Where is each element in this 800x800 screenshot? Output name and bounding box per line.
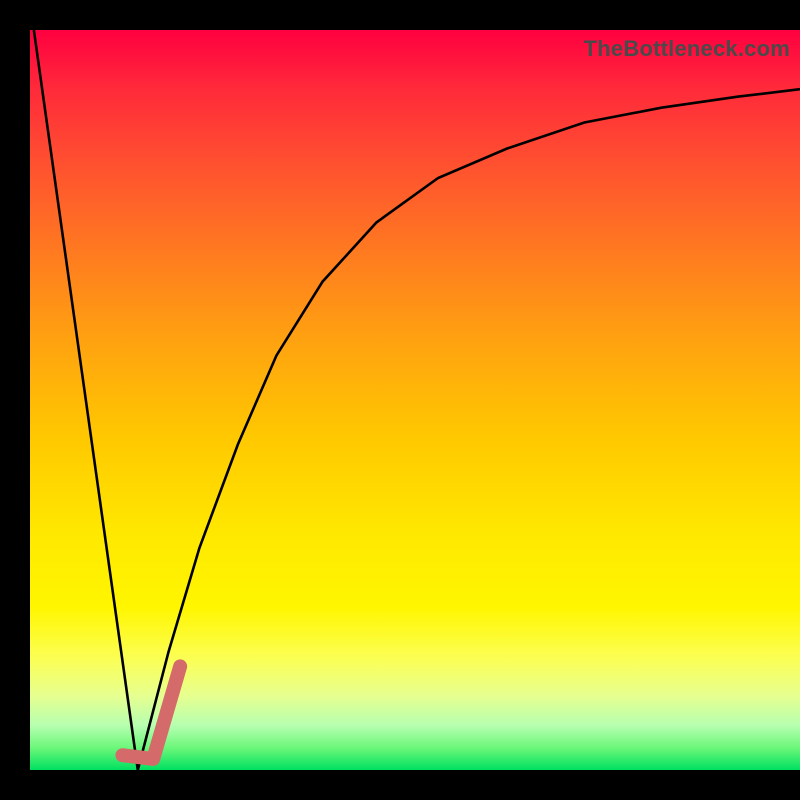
- curves-layer: [30, 30, 800, 770]
- watermark-text: TheBottleneck.com: [584, 36, 790, 62]
- highlight-segment: [122, 666, 180, 759]
- right-curve: [138, 89, 800, 770]
- left-line: [34, 30, 138, 770]
- chart-frame: TheBottleneck.com: [0, 0, 800, 800]
- plot-area: TheBottleneck.com: [30, 30, 800, 770]
